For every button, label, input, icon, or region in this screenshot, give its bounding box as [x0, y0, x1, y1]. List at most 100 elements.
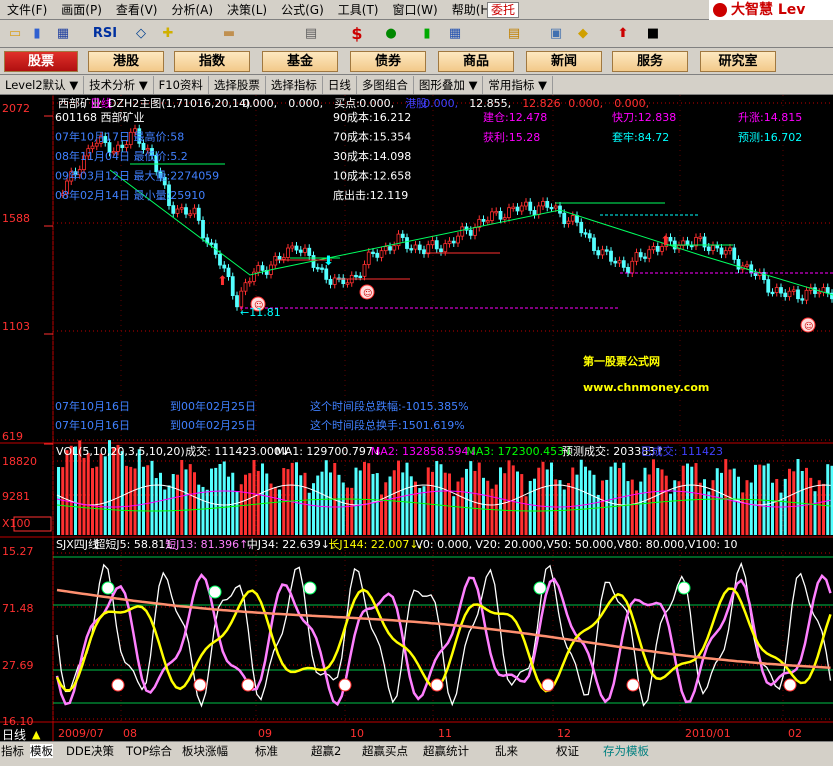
date-axis-label: 12	[557, 727, 571, 740]
candle-body	[566, 220, 571, 225]
candle-body	[791, 289, 796, 292]
bottom-tab-8[interactable]: 超赢统计	[423, 744, 469, 758]
volume-bar	[142, 466, 145, 535]
bottom-tab-1[interactable]: 模板	[30, 744, 53, 758]
candle-body	[787, 290, 792, 298]
volume-bar	[163, 489, 167, 535]
green-bars-icon[interactable]: ▮	[416, 22, 438, 44]
menu-6[interactable]: 工具(T)	[331, 0, 386, 20]
watermark-title: 第一股票公式网	[583, 354, 660, 368]
tri-color-icon[interactable]: ●	[380, 22, 402, 44]
volume-bar	[201, 486, 205, 535]
func-4[interactable]: 选择指标	[266, 75, 323, 94]
candle-body	[621, 260, 626, 268]
volume-bar	[482, 477, 485, 535]
menu-3[interactable]: 分析(A)	[164, 0, 220, 20]
func-3[interactable]: 选择股票	[209, 75, 266, 94]
volume-bar	[392, 470, 396, 535]
range-end: 到00年02月25日	[170, 418, 256, 432]
volume-bar	[384, 482, 388, 535]
bottom-tab-9[interactable]: 乱来	[495, 744, 518, 758]
open-folder-icon[interactable]: ▭	[4, 22, 26, 44]
bottom-tab-6[interactable]: 超赢2	[311, 744, 341, 758]
candle-body	[303, 247, 307, 253]
volume-bar	[439, 464, 443, 535]
volume-bar	[465, 468, 468, 535]
menu-0[interactable]: 文件(F)	[0, 0, 54, 20]
bottom-tab-4[interactable]: 板块涨幅	[182, 744, 228, 758]
candle-body	[417, 244, 422, 251]
bottom-tab-3[interactable]: TOP综合	[126, 744, 172, 758]
bottom-tab-7[interactable]: 超赢买点	[362, 744, 408, 758]
fork-icon[interactable]: ◇	[130, 22, 152, 44]
volume-bar	[490, 488, 494, 535]
nav-4[interactable]: 债券	[350, 51, 426, 72]
nav-1[interactable]: 港股	[88, 51, 164, 72]
info-line: 07年10月17日 最高价:58	[55, 130, 184, 144]
func-5[interactable]: 日线	[323, 75, 357, 94]
volume-bar	[265, 473, 269, 535]
volume-bar	[558, 480, 562, 535]
book-icon[interactable]: ▣	[545, 22, 567, 44]
volume-bar	[337, 474, 341, 535]
candle-body	[507, 207, 511, 219]
menu-1[interactable]: 画面(P)	[54, 0, 109, 20]
nav-8[interactable]: 研究室	[700, 51, 776, 72]
calendar-icon[interactable]: ▦	[444, 22, 466, 44]
candle-body	[532, 210, 537, 216]
rsi-icon[interactable]: RSI	[86, 22, 124, 44]
candle-body	[473, 227, 477, 236]
volume-bar	[630, 479, 634, 535]
nav-3[interactable]: 基金	[262, 51, 338, 72]
print-icon[interactable]: ▤	[300, 22, 322, 44]
nav-7[interactable]: 服务	[612, 51, 688, 72]
func-0[interactable]: Level2默认 ▼	[0, 75, 85, 94]
nav-0[interactable]: 股票	[4, 51, 78, 72]
candle-body	[328, 278, 333, 285]
diamond-icon[interactable]: ◆	[572, 22, 594, 44]
grid-icon[interactable]: ▦	[52, 22, 74, 44]
menu-5[interactable]: 公式(G)	[274, 0, 331, 20]
volume-bar	[222, 461, 226, 535]
nav-2[interactable]: 指数	[174, 51, 250, 72]
dollar-icon[interactable]: $	[346, 22, 368, 44]
bottom-tab-11[interactable]: 存为模板	[603, 744, 649, 758]
candle-body	[124, 144, 129, 148]
candle-body	[609, 250, 613, 262]
candle-body	[481, 218, 486, 222]
bottom-tab-5[interactable]: 标准	[255, 744, 278, 758]
func-1[interactable]: 技术分析 ▼	[84, 75, 154, 94]
func-2[interactable]: F10资料	[154, 75, 209, 94]
menu-4[interactable]: 决策(L)	[220, 0, 274, 20]
brand-icon	[713, 3, 727, 17]
candlestick-chart-icon[interactable]: ▮	[26, 22, 48, 44]
crosshair-icon[interactable]: ✚	[157, 22, 179, 44]
bottom-tab-10[interactable]: 权证	[556, 744, 579, 758]
main-header-item: 12.855,	[469, 97, 511, 110]
candle-body	[388, 246, 392, 251]
weituo-button[interactable]: 委托	[487, 2, 520, 18]
nav-6[interactable]: 新闻	[526, 51, 602, 72]
bottom-tab-0[interactable]: 指标	[1, 744, 24, 758]
chart-area[interactable]: ⬆⬇⬆☺☺☺ 207215881103619188209281X10015.27…	[0, 95, 833, 741]
menu-7[interactable]: 窗口(W)	[385, 0, 444, 20]
volume-bar	[622, 462, 626, 535]
brand-logo: 大智慧 Lev	[709, 0, 833, 20]
oscillator-header-item: V50: 50.000,	[546, 538, 617, 551]
candle-body	[604, 249, 609, 252]
red-arrow-icon[interactable]: ⬆	[612, 22, 634, 44]
func-6[interactable]: 多图组合	[357, 75, 414, 94]
info-line: 08年02月14日 最小量:25910	[55, 188, 205, 202]
bottom-tab-2[interactable]: DDE决策	[66, 744, 114, 758]
nav-5[interactable]: 商品	[438, 51, 514, 72]
menu-2[interactable]: 查看(V)	[109, 0, 165, 20]
smiley-icon	[338, 678, 352, 692]
volume-bar	[609, 466, 613, 535]
dark-window-icon[interactable]: ■	[642, 22, 664, 44]
func-7[interactable]: 图形叠加 ▼	[414, 75, 484, 94]
stack-icon[interactable]: ▤	[503, 22, 525, 44]
func-8[interactable]: 常用指标 ▼	[483, 75, 553, 94]
ruler-icon[interactable]: ▬	[218, 22, 240, 44]
date-axis-label: 10	[350, 727, 364, 740]
period-arrow-icon[interactable]: ▲	[32, 728, 40, 742]
